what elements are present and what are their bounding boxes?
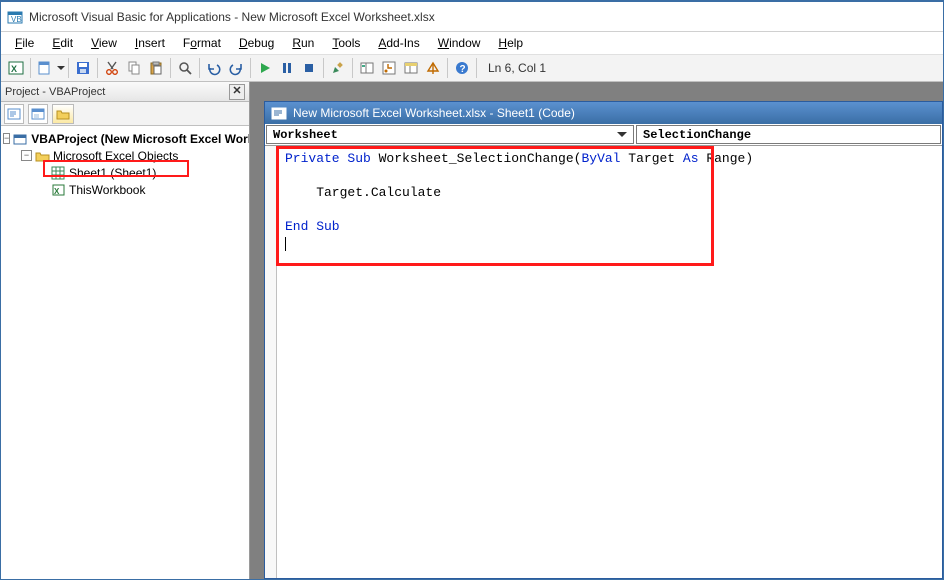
cut-button[interactable] xyxy=(101,57,123,79)
paste-button[interactable] xyxy=(145,57,167,79)
standard-toolbar: X ? Ln 6, Col 1 xyxy=(1,54,943,82)
code-text[interactable]: Private Sub Worksheet_SelectionChange(By… xyxy=(285,150,938,574)
toggle-folders-button[interactable] xyxy=(52,104,74,124)
close-panel-button[interactable]: ✕ xyxy=(229,84,245,100)
save-button[interactable] xyxy=(72,57,94,79)
workspace: Project - VBAProject ✕ − VBAProject (New… xyxy=(1,82,943,579)
project-explorer-title-bar: Project - VBAProject ✕ xyxy=(1,82,249,102)
tree-item-sheet1[interactable]: Sheet1 (Sheet1) xyxy=(3,164,247,181)
object-dropdown-value: Worksheet xyxy=(273,128,338,142)
text-caret xyxy=(285,237,286,251)
view-object-button[interactable] xyxy=(28,104,48,124)
procedure-dropdown-value: SelectionChange xyxy=(643,128,751,142)
tree-workbook-label: ThisWorkbook xyxy=(69,183,145,197)
view-code-button[interactable] xyxy=(4,104,24,124)
view-excel-button[interactable]: X xyxy=(5,57,27,79)
code-window-icon xyxy=(271,105,287,121)
toolbar-separator xyxy=(170,58,171,78)
toolbar-separator xyxy=(30,58,31,78)
toolbar-separator xyxy=(250,58,251,78)
insert-dropdown-icon[interactable] xyxy=(57,66,65,70)
menu-view[interactable]: View xyxy=(83,34,125,52)
folder-icon xyxy=(35,149,50,163)
code-editor[interactable]: Private Sub Worksheet_SelectionChange(By… xyxy=(265,146,942,578)
toolbar-separator xyxy=(447,58,448,78)
cursor-position-status: Ln 6, Col 1 xyxy=(480,61,554,75)
tree-root-label: VBAProject (New Microsoft Excel Workshee… xyxy=(31,132,249,146)
menu-addins[interactable]: Add-Ins xyxy=(370,34,427,52)
help-button[interactable]: ? xyxy=(451,57,473,79)
menu-insert[interactable]: Insert xyxy=(127,34,173,52)
svg-text:X: X xyxy=(11,64,17,74)
window-title: Microsoft Visual Basic for Applications … xyxy=(29,10,435,24)
toolbar-separator xyxy=(68,58,69,78)
menu-run[interactable]: Run xyxy=(284,34,322,52)
toolbar-separator xyxy=(199,58,200,78)
worksheet-icon xyxy=(51,166,66,180)
toolbar-separator xyxy=(352,58,353,78)
toolbar-separator xyxy=(476,58,477,78)
menu-format[interactable]: Format xyxy=(175,34,229,52)
project-explorer-toolbar xyxy=(1,102,249,126)
redo-button[interactable] xyxy=(225,57,247,79)
procedure-dropdown[interactable]: SelectionChange xyxy=(636,125,941,144)
title-bar: VB Microsoft Visual Basic for Applicatio… xyxy=(1,2,943,32)
code-window-title: New Microsoft Excel Worksheet.xlsx - She… xyxy=(293,106,575,120)
project-explorer-title: Project - VBAProject xyxy=(5,86,105,98)
run-button[interactable] xyxy=(254,57,276,79)
tree-item-thisworkbook[interactable]: X ThisWorkbook xyxy=(3,181,247,198)
break-button[interactable] xyxy=(276,57,298,79)
menu-help[interactable]: Help xyxy=(490,34,531,52)
menu-tools[interactable]: Tools xyxy=(324,34,368,52)
tree-folder-excel-objects[interactable]: − Microsoft Excel Objects xyxy=(3,147,247,164)
project-explorer-panel: Project - VBAProject ✕ − VBAProject (New… xyxy=(1,82,250,579)
code-window: New Microsoft Excel Worksheet.xlsx - She… xyxy=(264,101,943,579)
app-icon: VB xyxy=(7,9,23,25)
code-window-dropdowns: Worksheet SelectionChange xyxy=(265,124,942,146)
undo-button[interactable] xyxy=(203,57,225,79)
tree-folder-label: Microsoft Excel Objects xyxy=(53,149,178,163)
menu-file[interactable]: File xyxy=(7,34,42,52)
tree-sheet-label: Sheet1 (Sheet1) xyxy=(69,166,156,180)
object-dropdown[interactable]: Worksheet xyxy=(266,125,634,144)
code-window-titlebar[interactable]: New Microsoft Excel Worksheet.xlsx - She… xyxy=(265,102,942,124)
copy-button[interactable] xyxy=(123,57,145,79)
menu-edit[interactable]: Edit xyxy=(44,34,81,52)
tree-project-root[interactable]: − VBAProject (New Microsoft Excel Worksh… xyxy=(3,130,247,147)
svg-text:X: X xyxy=(54,187,60,196)
insert-button[interactable] xyxy=(34,57,56,79)
menu-window[interactable]: Window xyxy=(430,34,489,52)
svg-text:VB: VB xyxy=(11,15,22,24)
toolbox-button[interactable] xyxy=(422,57,444,79)
mdi-client-area: New Microsoft Excel Worksheet.xlsx - She… xyxy=(250,82,943,579)
design-mode-button[interactable] xyxy=(327,57,349,79)
toolbar-separator xyxy=(323,58,324,78)
properties-button[interactable] xyxy=(378,57,400,79)
find-button[interactable] xyxy=(174,57,196,79)
code-gutter xyxy=(265,146,277,578)
project-explorer-button[interactable] xyxy=(356,57,378,79)
project-icon xyxy=(13,132,28,146)
reset-button[interactable] xyxy=(298,57,320,79)
chevron-down-icon xyxy=(617,132,627,137)
workbook-icon: X xyxy=(51,183,66,197)
object-browser-button[interactable] xyxy=(400,57,422,79)
collapse-icon[interactable]: − xyxy=(21,150,32,161)
svg-text:?: ? xyxy=(460,64,466,75)
toolbar-separator xyxy=(97,58,98,78)
menu-debug[interactable]: Debug xyxy=(231,34,282,52)
project-tree[interactable]: − VBAProject (New Microsoft Excel Worksh… xyxy=(1,126,249,579)
collapse-icon[interactable]: − xyxy=(3,133,10,144)
menu-bar: File Edit View Insert Format Debug Run T… xyxy=(1,32,943,54)
